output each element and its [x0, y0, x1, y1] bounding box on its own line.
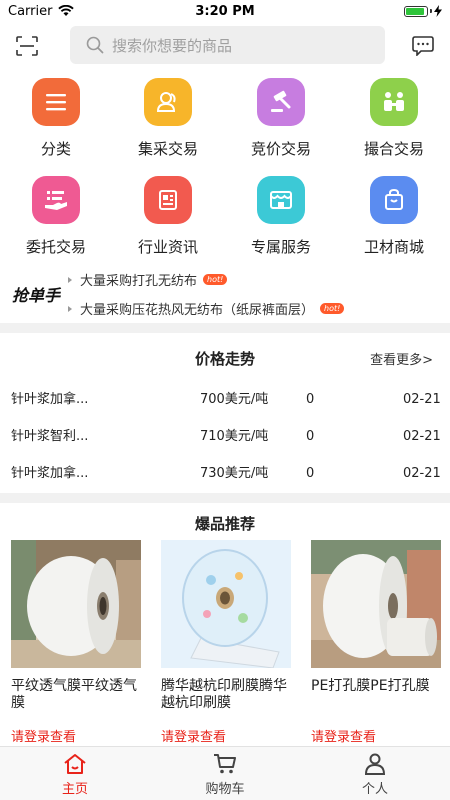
grid-item-group-buy[interactable]: 集采交易 — [112, 78, 224, 164]
cart-icon — [214, 754, 236, 774]
grid-label: 撮合交易 — [363, 140, 424, 158]
hot-badge: hot! — [203, 274, 228, 285]
wifi-icon — [58, 5, 75, 16]
tab-label: 个人 — [361, 782, 388, 797]
price-row[interactable]: 针叶浆加拿... 700美元/吨 0 02-21 — [0, 382, 450, 418]
price-row-price: 730美元/吨 — [200, 466, 269, 481]
section-divider — [0, 493, 450, 503]
grid-label: 专属服务 — [250, 238, 311, 256]
tab-label: 购物车 — [205, 782, 245, 797]
order-grab-text: 大量采购压花热风无纺布（纸尿裤面层） — [80, 303, 315, 318]
home-icon — [64, 754, 86, 774]
price-row-price: 700美元/吨 — [200, 392, 269, 407]
price-row[interactable]: 针叶浆智利... 710美元/吨 0 02-21 — [0, 419, 450, 455]
product-name: 腾华越杭印刷膜腾华越杭印刷膜 — [161, 678, 287, 711]
see-more-link[interactable]: 查看更多> — [370, 349, 433, 368]
person-icon — [364, 753, 386, 775]
group-buy-icon — [144, 78, 192, 126]
product-name: 平纹透气膜平纹透气膜 — [11, 678, 137, 711]
grid-label: 卫材商城 — [363, 238, 424, 256]
grid-label: 委托交易 — [25, 238, 86, 256]
search-row: 搜索你想要的商品 — [0, 26, 450, 66]
tab-profile[interactable]: 个人 — [300, 747, 450, 800]
order-grab-title: 抢单手 — [12, 286, 61, 305]
message-icon[interactable] — [412, 36, 434, 56]
login-to-view-link[interactable]: 请登录查看 — [161, 726, 291, 745]
product-card[interactable]: 平纹透气膜平纹透气膜 请登录查看 — [11, 540, 141, 745]
product-name: PE打孔膜PE打孔膜 — [311, 678, 430, 694]
tab-bar: 主页 购物车 个人 — [0, 746, 450, 800]
login-to-view-link[interactable]: 请登录查看 — [11, 726, 141, 745]
grid-item-bidding[interactable]: 竞价交易 — [225, 78, 337, 164]
price-trend-section: 价格走势 查看更多> 针叶浆加拿... 700美元/吨 0 02-21 针叶浆智… — [0, 333, 450, 493]
grid-item-mall[interactable]: 卫材商城 — [338, 176, 450, 262]
tab-home[interactable]: 主页 — [0, 747, 150, 800]
product-image[interactable] — [11, 540, 141, 668]
price-row-date: 02-21 — [403, 466, 441, 481]
tab-label: 主页 — [61, 782, 88, 797]
price-row-change: 0 — [306, 429, 315, 444]
grid-label: 集采交易 — [137, 140, 198, 158]
bullet-icon — [68, 276, 72, 283]
bag-icon — [370, 176, 418, 224]
price-row-name: 针叶浆加拿... — [11, 392, 89, 407]
carrier-label: Carrier — [8, 3, 53, 19]
store-icon — [257, 176, 305, 224]
order-grab-text: 大量采购打孔无纺布 — [80, 274, 198, 289]
search-icon — [86, 36, 104, 54]
grid-label: 分类 — [40, 140, 71, 158]
grid-item-matching[interactable]: 撮合交易 — [338, 78, 450, 164]
product-image[interactable] — [161, 540, 291, 668]
charging-icon — [434, 5, 442, 17]
grid-item-service[interactable]: 专属服务 — [225, 176, 337, 262]
bullet-icon — [68, 305, 72, 312]
grid-item-news[interactable]: 行业资讯 — [112, 176, 224, 262]
search-input[interactable]: 搜索你想要的商品 — [70, 26, 385, 64]
order-grab-item[interactable]: 大量采购打孔无纺布 hot! — [68, 270, 228, 289]
hot-products-section: 爆品推荐 平纹透气膜平纹透气膜 请登录查看 腾华越杭印刷膜腾华越杭印刷膜 请登录… — [0, 503, 450, 746]
section-divider — [0, 323, 450, 333]
price-row-name: 针叶浆智利... — [11, 429, 89, 444]
price-row-change: 0 — [306, 466, 315, 481]
search-placeholder: 搜索你想要的商品 — [112, 36, 233, 55]
status-bar: Carrier 3:20 PM — [0, 0, 450, 22]
price-row-change: 0 — [306, 392, 315, 407]
price-row-date: 02-21 — [403, 429, 441, 444]
battery-level — [406, 7, 424, 15]
price-row-date: 02-21 — [403, 392, 441, 407]
match-icon — [370, 78, 418, 126]
news-icon — [144, 176, 192, 224]
hot-badge: hot! — [320, 303, 345, 314]
product-card[interactable]: PE打孔膜PE打孔膜 请登录查看 — [311, 540, 441, 745]
grid-item-category[interactable]: 分类 — [0, 78, 112, 164]
order-grab-section: 抢单手 大量采购打孔无纺布 hot! 大量采购压花热风无纺布（纸尿裤面层） ho… — [0, 262, 450, 322]
price-row[interactable]: 针叶浆加拿... 730美元/吨 0 02-21 — [0, 456, 450, 492]
order-grab-item[interactable]: 大量采购压花热风无纺布（纸尿裤面层） hot! — [68, 299, 345, 318]
price-row-name: 针叶浆加拿... — [11, 466, 89, 481]
hot-products-title: 爆品推荐 — [194, 515, 255, 533]
list-icon — [32, 78, 80, 126]
product-image[interactable] — [311, 540, 441, 668]
product-card[interactable]: 腾华越杭印刷膜腾华越杭印刷膜 请登录查看 — [161, 540, 291, 745]
grid-label: 行业资讯 — [137, 238, 198, 256]
scan-icon[interactable] — [16, 36, 38, 56]
gavel-icon — [257, 78, 305, 126]
grid-item-entrust[interactable]: 委托交易 — [0, 176, 112, 262]
battery-icon — [404, 5, 442, 17]
grid-label: 竞价交易 — [250, 140, 311, 158]
price-row-price: 710美元/吨 — [200, 429, 269, 444]
entrust-icon — [32, 176, 80, 224]
login-to-view-link[interactable]: 请登录查看 — [311, 726, 441, 745]
tab-cart[interactable]: 购物车 — [150, 747, 300, 800]
